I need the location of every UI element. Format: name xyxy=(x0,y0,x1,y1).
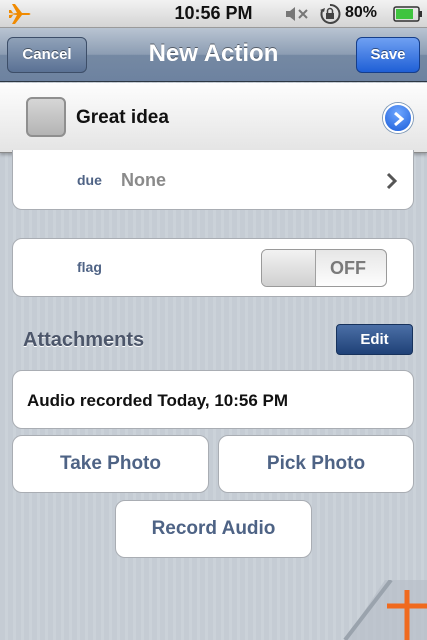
attachments-heading: Attachments xyxy=(23,329,145,351)
orientation-lock-icon xyxy=(320,3,341,24)
chevron-right-icon xyxy=(386,172,398,190)
toggle-state: OFF xyxy=(330,258,366,278)
chevron-right-icon xyxy=(394,111,405,127)
battery-percentage: 80% xyxy=(345,4,378,21)
complete-checkbox[interactable] xyxy=(26,97,66,137)
attachment-item[interactable]: Audio recorded Today, 10:56 PM xyxy=(12,370,414,429)
navigation-bar: Cancel New Action Save xyxy=(0,28,427,82)
detail-disclosure-button[interactable] xyxy=(383,103,413,133)
edit-button[interactable]: Edit xyxy=(336,324,413,355)
take-photo-button[interactable]: Take Photo xyxy=(12,435,209,493)
due-label: due xyxy=(77,172,102,188)
status-bar: 10:56 PM 80% xyxy=(0,0,427,28)
flag-toggle[interactable]: OFF xyxy=(261,249,387,287)
action-header: Great idea xyxy=(0,83,427,153)
action-title[interactable]: Great idea xyxy=(76,107,169,129)
pick-photo-button[interactable]: Pick Photo xyxy=(218,435,414,493)
attachment-label: Audio recorded Today, 10:56 PM xyxy=(27,391,289,410)
due-row[interactable]: due None xyxy=(12,150,414,210)
mute-icon xyxy=(286,7,308,21)
record-audio-button[interactable]: Record Audio xyxy=(115,500,312,558)
flag-label: flag xyxy=(77,259,102,275)
flag-row: flag OFF xyxy=(12,238,414,297)
save-button[interactable]: Save xyxy=(356,37,420,73)
add-corner-icon[interactable] xyxy=(325,580,427,640)
battery-icon xyxy=(393,6,422,22)
toggle-knob[interactable] xyxy=(262,250,316,286)
due-value: None xyxy=(121,170,166,190)
